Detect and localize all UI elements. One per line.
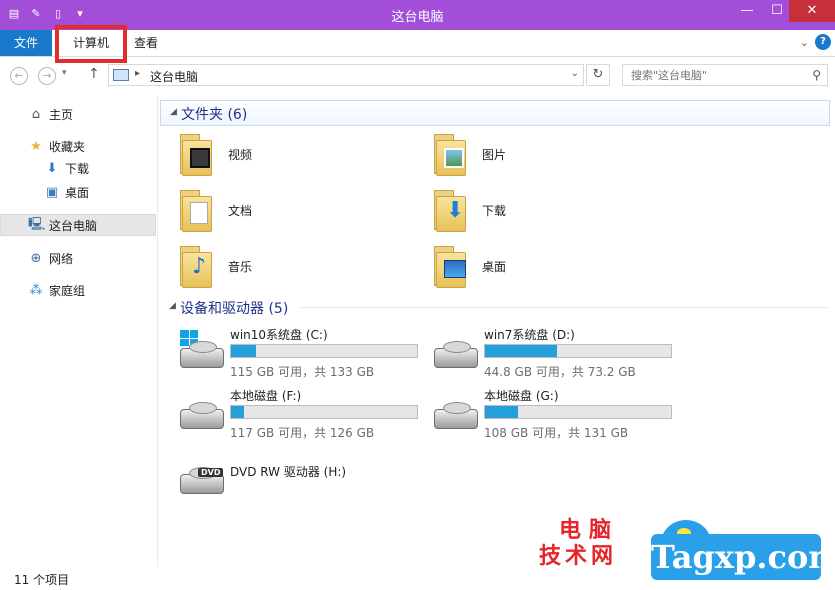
address-bar[interactable]: ▸ 这台电脑 ⌄ xyxy=(108,64,584,86)
search-box[interactable]: ⚲ xyxy=(622,64,828,86)
group-header-drives[interactable]: ◢ 设备和驱动器 (5) xyxy=(160,295,830,321)
watermark-line2: 技术网 xyxy=(539,544,618,569)
folder-name: 视频 xyxy=(228,148,253,162)
breadcrumb-this-pc[interactable]: 这台电脑 xyxy=(150,68,198,85)
drive-name: 本地磁盘 (F:) xyxy=(230,389,302,403)
sidebar-item-label: 桌面 xyxy=(65,186,90,200)
navigation-pane: ⌂ 主页 ★ 收藏夹 ⬇ 下载 ▣ 桌面 🖳 这台电脑 ⊕ 网络 ⁂ 家庭组 xyxy=(0,96,158,566)
drive-usage-bar xyxy=(230,405,418,419)
recent-locations-icon[interactable]: ▾ xyxy=(62,68,67,78)
group-title: 设备和驱动器 (5) xyxy=(180,301,289,317)
group-header-folders[interactable]: ◢ 文件夹 (6) xyxy=(160,100,830,126)
sidebar-item-label: 网络 xyxy=(49,252,74,266)
drive-usage-bar xyxy=(484,405,672,419)
drive-name: win10系统盘 (C:) xyxy=(230,328,328,342)
drive-d[interactable]: win7系统盘 (D:) 44.8 GB 可用，共 73.2 GB xyxy=(432,326,692,382)
folder-name: 下载 xyxy=(482,204,507,218)
sidebar-item-label: 下载 xyxy=(65,162,90,176)
sidebar-item-label: 主页 xyxy=(49,108,74,122)
videos-folder-icon xyxy=(178,130,216,176)
search-input[interactable] xyxy=(623,65,803,85)
navigation-bar: ← → ▾ ↑ ▸ 这台电脑 ⌄ ↻ ⚲ xyxy=(0,58,835,90)
item-count: 11 个项目 xyxy=(14,573,70,587)
sidebar-item-favorites[interactable]: ★ 收藏夹 xyxy=(0,136,156,158)
folder-music[interactable]: ♪ 音乐 xyxy=(178,242,418,292)
desktop-icon: ▣ xyxy=(45,185,59,200)
address-dropdown-icon[interactable]: ⌄ xyxy=(571,68,579,79)
ribbon-controls: ⌄ ? xyxy=(800,34,831,50)
folder-name: 桌面 xyxy=(482,260,507,274)
drive-name: DVD RW 驱动器 (H:) xyxy=(230,465,347,479)
hard-drive-icon xyxy=(178,397,224,429)
tab-file[interactable]: 文件 xyxy=(0,30,52,56)
drive-size: 44.8 GB 可用，共 73.2 GB xyxy=(484,365,636,379)
star-icon: ★ xyxy=(30,139,42,154)
sidebar-item-downloads[interactable]: ⬇ 下载 xyxy=(0,158,156,180)
download-folder-icon: ⬇ xyxy=(46,161,58,176)
drive-usage-bar xyxy=(230,344,418,358)
hard-drive-icon xyxy=(432,336,478,368)
sidebar-item-desktop[interactable]: ▣ 桌面 xyxy=(0,182,156,204)
drive-size: 117 GB 可用，共 126 GB xyxy=(230,426,375,440)
up-button[interactable]: ↑ xyxy=(88,66,100,82)
sidebar-item-network[interactable]: ⊕ 网络 xyxy=(0,248,156,270)
drive-size: 108 GB 可用，共 131 GB xyxy=(484,426,629,440)
chevron-down-icon[interactable]: ⌄ xyxy=(800,36,809,49)
window-title: 这台电脑 xyxy=(391,10,444,25)
folder-name: 文档 xyxy=(228,204,253,218)
watermark-site: Tagxp.com xyxy=(651,534,835,580)
sidebar-item-label: 家庭组 xyxy=(49,284,86,298)
downloads-folder-icon: ⬇ xyxy=(432,186,470,232)
folder-pictures[interactable]: 图片 xyxy=(432,130,672,180)
documents-folder-icon xyxy=(178,186,216,232)
computer-icon xyxy=(113,69,129,81)
drive-name: 本地磁盘 (G:) xyxy=(484,389,559,403)
minimize-button[interactable]: — xyxy=(733,0,761,22)
folder-videos[interactable]: 视频 xyxy=(178,130,418,180)
help-icon[interactable]: ? xyxy=(815,34,831,50)
search-icon[interactable]: ⚲ xyxy=(812,68,821,82)
dvd-drive-icon: DVD xyxy=(178,462,224,494)
sidebar-item-label: 这台电脑 xyxy=(49,219,98,233)
watermark: 电脑 技术网 Tagxp.com xyxy=(539,512,835,588)
drive-g[interactable]: 本地磁盘 (G:) 108 GB 可用，共 131 GB xyxy=(432,387,692,443)
group-title: 文件夹 (6) xyxy=(181,107,248,123)
forward-button[interactable]: → xyxy=(38,67,56,85)
sidebar-item-home[interactable]: ⌂ 主页 xyxy=(0,104,156,126)
pictures-folder-icon xyxy=(432,130,470,176)
breadcrumb-arrow-icon[interactable]: ▸ xyxy=(135,68,140,79)
folder-name: 音乐 xyxy=(228,260,253,274)
desktop-folder-icon xyxy=(432,242,470,288)
collapse-triangle-icon[interactable]: ◢ xyxy=(170,107,177,117)
system-drive-icon xyxy=(178,330,224,368)
hard-drive-icon xyxy=(432,397,478,429)
computer-icon: 🖳 xyxy=(28,217,46,232)
drive-h[interactable]: DVD DVD RW 驱动器 (H:) xyxy=(178,456,438,496)
refresh-button[interactable]: ↻ xyxy=(586,64,610,86)
drive-usage-bar xyxy=(484,344,672,358)
homegroup-icon: ⁂ xyxy=(29,283,43,298)
folder-name: 图片 xyxy=(482,148,507,162)
tab-view[interactable]: 查看 xyxy=(134,30,164,56)
drive-name: win7系统盘 (D:) xyxy=(484,328,575,342)
drive-size: 115 GB 可用，共 133 GB xyxy=(230,365,375,379)
dvd-label: DVD xyxy=(198,468,224,477)
drive-c[interactable]: win10系统盘 (C:) 115 GB 可用，共 133 GB xyxy=(178,326,438,382)
drive-f[interactable]: 本地磁盘 (F:) 117 GB 可用，共 126 GB xyxy=(178,387,438,443)
sidebar-item-this-pc[interactable]: 🖳 这台电脑 xyxy=(0,214,156,236)
collapse-triangle-icon[interactable]: ◢ xyxy=(169,301,176,311)
folder-downloads[interactable]: ⬇ 下载 xyxy=(432,186,672,236)
folder-desktop[interactable]: 桌面 xyxy=(432,242,672,292)
music-folder-icon: ♪ xyxy=(178,242,216,288)
home-icon: ⌂ xyxy=(31,107,41,122)
network-icon: ⊕ xyxy=(30,251,42,266)
folder-documents[interactable]: 文档 xyxy=(178,186,418,236)
sidebar-item-homegroup[interactable]: ⁂ 家庭组 xyxy=(0,280,156,302)
maximize-button[interactable]: ☐ xyxy=(763,0,791,22)
back-button[interactable]: ← xyxy=(10,67,28,85)
sidebar-item-label: 收藏夹 xyxy=(49,140,86,154)
close-button[interactable]: ✕ xyxy=(789,0,835,22)
